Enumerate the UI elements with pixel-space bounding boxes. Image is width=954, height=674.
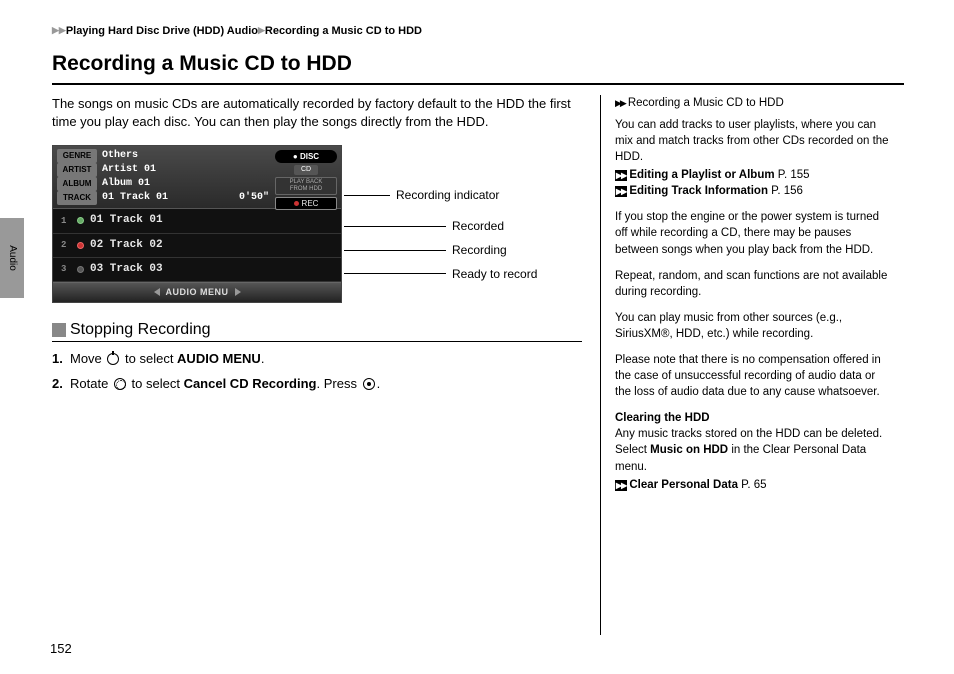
square-bullet-icon [52,323,66,337]
genre-label: GENRE [57,149,97,163]
track-row: 3 03 Track 03 [53,258,341,282]
rec-indicator: REC [275,197,337,210]
side-column: ▶▶Recording a Music CD to HDD You can ad… [600,95,890,635]
breadcrumb-part-2: Recording a Music CD to HDD [265,25,422,37]
side-p5: Please note that there is no compensatio… [615,352,890,400]
callout-ready: Ready to record [452,266,537,283]
side-p1: You can add tracks to user playlists, wh… [615,117,890,165]
xref-playlist: Editing a Playlist or Album [615,169,775,181]
track-row: 2 02 Track 02 [53,234,341,258]
record-status-icon [77,266,84,273]
main-column: The songs on music CDs are automatically… [52,95,582,635]
breadcrumb-chevron-icon: ▶ [258,25,265,35]
xref-clear-data: Clear Personal Data [615,479,738,491]
callout-recorded: Recorded [452,218,504,235]
joystick-icon [107,353,119,365]
record-status-icon [77,217,84,224]
breadcrumb-chevron-icon: ▶▶ [52,25,66,35]
page-title: Recording a Music CD to HDD [52,49,904,84]
rec-dot-icon [294,201,299,206]
xref-page: P. 65 [738,479,767,491]
side-heading: ▶▶Recording a Music CD to HDD [615,95,890,111]
breadcrumb: ▶▶Playing Hard Disc Drive (HDD) Audio▶Re… [52,24,904,39]
breadcrumb-part-1: Playing Hard Disc Drive (HDD) Audio [66,25,258,37]
track-row: 1 01 Track 01 [53,209,341,233]
dial-icon [114,378,126,390]
track-name: 01 Track 01 [90,213,163,228]
track-time: 0'50" [239,191,269,205]
callout-recording-indicator: Recording indicator [396,187,499,204]
step-1: 1. Move to select AUDIO MENU. [52,350,582,368]
track-num: 3 [61,263,75,276]
playback-indicator: PLAY BACKFROM HDD [275,177,337,195]
genre-value: Others [102,149,138,163]
side-clearing: Clearing the HDD Any music tracks stored… [615,410,890,474]
side-p4: You can play music from other sources (e… [615,310,890,342]
subheading: Stopping Recording [52,319,582,342]
section-tab: Audio [0,218,24,298]
cd-indicator: CD [294,165,318,175]
callouts: Recording indicator Recorded Recording R… [344,145,537,282]
device-screenshot: GENRE Others ARTIST Artist 01 ALBUM Album 0… [52,145,342,303]
xref-page: P. 155 [775,169,810,181]
track-name: 03 Track 03 [90,262,163,277]
xref-page: P. 156 [768,185,803,197]
disc-indicator: ● DISC [275,150,337,163]
artist-value: Artist 01 [102,163,156,177]
intro-text: The songs on music CDs are automatically… [52,95,582,131]
side-p3: Repeat, random, and scan functions are n… [615,268,890,300]
track-num: 2 [61,239,75,252]
audio-menu-footer: AUDIO MENU [53,282,341,302]
subheading-text: Stopping Recording [70,319,211,341]
page: ▶▶Playing Hard Disc Drive (HDD) Audio▶Re… [0,0,954,655]
album-label: ALBUM [57,177,97,191]
track-label: TRACK [57,191,97,205]
album-value: Album 01 [102,177,150,191]
record-status-icon [77,242,84,249]
track-num: 1 [61,215,75,228]
track-name: 02 Track 02 [90,238,163,253]
page-number: 152 [50,640,72,658]
callout-recording: Recording [452,242,507,259]
step-2: 2. Rotate to select Cancel CD Recording.… [52,375,582,393]
track-value: 01 Track 01 [102,191,168,205]
xref-trackinfo: Editing Track Information [615,185,768,197]
side-p2: If you stop the engine or the power syst… [615,209,890,257]
figure: GENRE Others ARTIST Artist 01 ALBUM Album 0… [52,145,582,303]
press-icon [363,378,375,390]
artist-label: ARTIST [57,163,97,177]
